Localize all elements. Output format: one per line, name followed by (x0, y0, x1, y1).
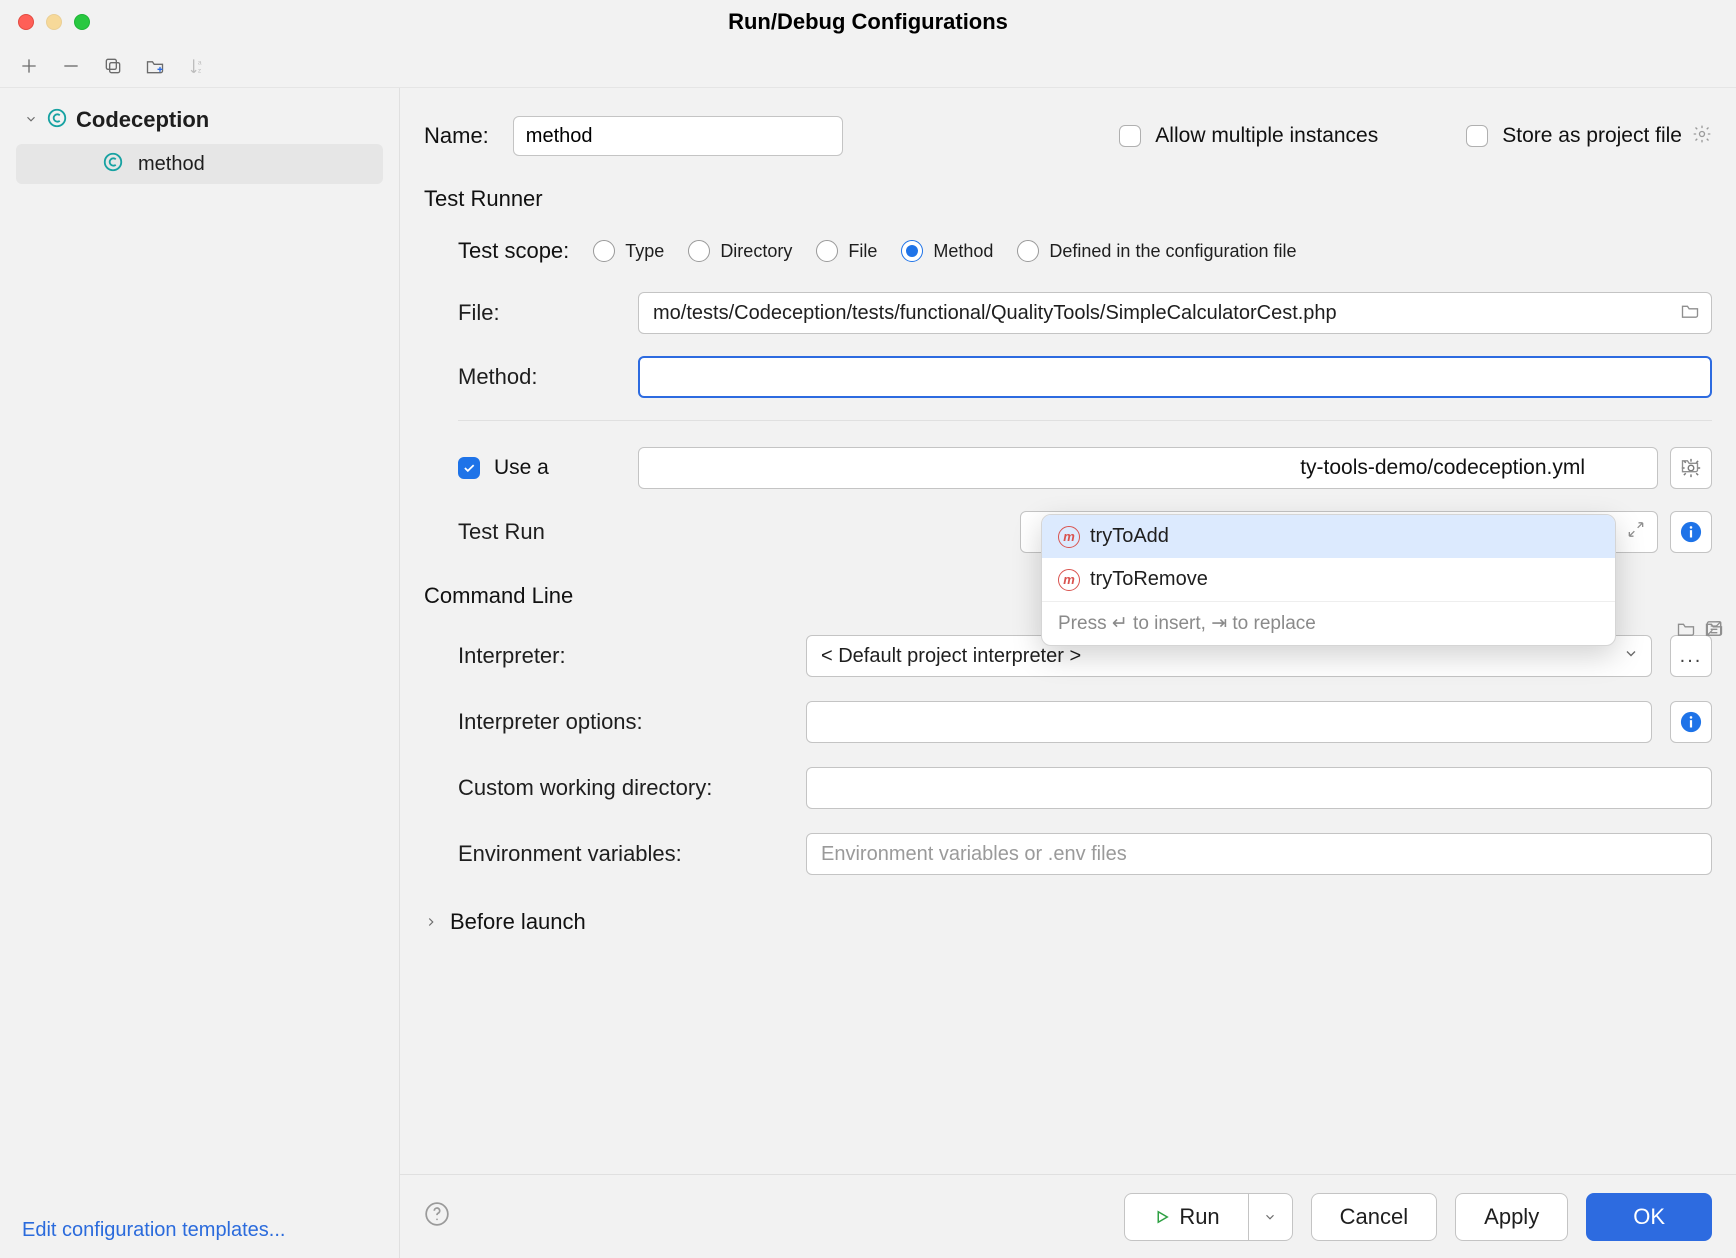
test-scope-label: Test scope: (458, 238, 569, 264)
store-project-label: Store as project file (1502, 124, 1682, 148)
tree-label: method (138, 153, 205, 176)
run-split-button[interactable] (1248, 1194, 1292, 1240)
folder-icon[interactable] (1676, 619, 1696, 644)
form: Name: Allow multiple instances Store as … (400, 88, 1736, 1174)
sort-icon[interactable]: az (186, 55, 208, 77)
run-button[interactable]: Run (1124, 1193, 1292, 1241)
env-input[interactable]: Environment variables or .env files (806, 833, 1712, 875)
completion-item[interactable]: m tryToAdd (1042, 515, 1615, 558)
cwd-label: Custom working directory: (458, 775, 788, 801)
interpreter-opts-label: Interpreter options: (458, 709, 788, 735)
method-icon: m (1058, 569, 1080, 591)
chevron-down-icon (24, 110, 38, 131)
titlebar: Run/Debug Configurations (0, 0, 1736, 44)
interpreter-opts-input[interactable] (806, 701, 1652, 743)
completion-hint: Press ↵ to insert, ⇥ to replace (1042, 601, 1615, 645)
test-runner-heading: Test Runner (424, 186, 1712, 212)
method-label: Method: (458, 364, 618, 390)
interpreter-label: Interpreter: (458, 643, 788, 669)
sidebar: Codeception method Edit configuration te… (0, 88, 400, 1258)
scope-file-radio[interactable]: File (816, 240, 877, 262)
name-label: Name: (424, 123, 489, 149)
completion-item[interactable]: m tryToRemove (1042, 558, 1615, 601)
completion-popup: m tryToAdd m tryToRemove Press ↵ to inse… (1041, 514, 1616, 646)
scope-defined-radio[interactable]: Defined in the configuration file (1017, 240, 1296, 262)
before-launch-expander[interactable]: Before launch (424, 909, 1712, 935)
method-icon: m (1058, 526, 1080, 548)
method-input[interactable] (638, 356, 1712, 398)
info-button[interactable] (1670, 511, 1712, 553)
apply-button[interactable]: Apply (1455, 1193, 1568, 1241)
use-alt-label: Use a (494, 456, 549, 480)
store-project-checkbox[interactable]: Store as project file (1466, 124, 1712, 149)
codeception-icon (102, 151, 124, 178)
chevron-right-icon (424, 909, 438, 935)
add-icon[interactable] (18, 55, 40, 77)
use-alt-config-checkbox[interactable]: Use a (458, 456, 618, 480)
tree-label: Codeception (76, 107, 209, 133)
window-title: Run/Debug Configurations (0, 9, 1736, 35)
alt-config-input[interactable]: ty-tools-demo/codeception.yml (638, 447, 1658, 489)
chevron-down-icon (1623, 645, 1639, 668)
allow-multiple-label: Allow multiple instances (1155, 124, 1378, 148)
allow-multiple-checkbox[interactable]: Allow multiple instances (1119, 124, 1378, 148)
codeception-icon (46, 107, 68, 134)
tree-node-method[interactable]: method (16, 144, 383, 184)
edit-templates-link[interactable]: Edit configuration templates... (22, 1219, 285, 1241)
scope-method-radio[interactable]: Method (901, 240, 993, 262)
button-bar: Run Cancel Apply OK (400, 1174, 1736, 1258)
env-label: Environment variables: (458, 841, 788, 867)
help-icon[interactable] (424, 1201, 450, 1232)
ok-button[interactable]: OK (1586, 1193, 1712, 1241)
cwd-input[interactable] (806, 767, 1712, 809)
name-input[interactable] (513, 116, 843, 156)
tree-node-codeception[interactable]: Codeception (0, 100, 399, 140)
expand-icon[interactable] (1626, 520, 1646, 545)
copy-icon[interactable] (102, 55, 124, 77)
file-input[interactable]: mo/tests/Codeception/tests/functional/Qu… (638, 292, 1712, 334)
test-runner-opts-label: Test Run (458, 519, 618, 545)
scope-directory-radio[interactable]: Directory (688, 240, 792, 262)
toolbar: az (0, 44, 1736, 88)
svg-text:z: z (198, 67, 201, 74)
file-label: File: (458, 300, 618, 326)
list-icon[interactable] (1704, 619, 1724, 644)
folder-icon[interactable] (1680, 301, 1700, 326)
cancel-button[interactable]: Cancel (1311, 1193, 1437, 1241)
info-button[interactable] (1670, 701, 1712, 743)
svg-text:a: a (198, 59, 202, 66)
folder-add-icon[interactable] (144, 55, 166, 77)
scope-type-radio[interactable]: Type (593, 240, 664, 262)
gear-icon[interactable] (1692, 124, 1712, 149)
remove-icon[interactable] (60, 55, 82, 77)
